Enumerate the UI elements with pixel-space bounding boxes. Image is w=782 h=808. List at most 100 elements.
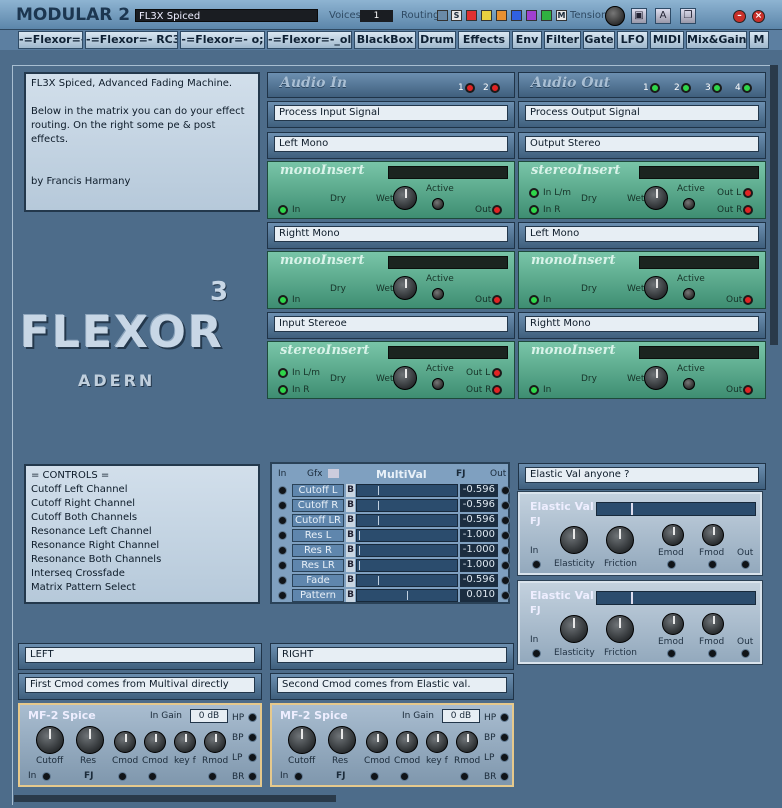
row-name[interactable]: Res L [292, 529, 344, 542]
cutoff-knob[interactable] [36, 726, 64, 754]
routing-m-button[interactable]: M [556, 10, 567, 21]
audio-in-port-2[interactable] [490, 83, 500, 93]
in-port[interactable] [529, 295, 539, 305]
audio-out-port-2[interactable] [681, 83, 691, 93]
routing-red[interactable] [466, 10, 477, 21]
cmod1-knob[interactable] [366, 731, 388, 753]
bp-port[interactable] [248, 733, 257, 742]
row-in-port[interactable] [278, 561, 287, 570]
in-l-port[interactable] [529, 188, 539, 198]
friction-knob[interactable] [606, 615, 634, 643]
res-knob[interactable] [328, 726, 356, 754]
tab-flexor-old[interactable]: -=Flexor=-_old [267, 31, 352, 49]
row-in-port[interactable] [278, 591, 287, 600]
rmod-port[interactable] [208, 772, 217, 781]
row-out-port[interactable] [501, 501, 510, 510]
in-gain-field[interactable]: 0 dB [190, 709, 228, 723]
row-in-port[interactable] [278, 531, 287, 540]
row-value[interactable]: -0.596 [460, 499, 498, 512]
elastic-out-port[interactable] [741, 649, 750, 658]
row-in-port[interactable] [278, 576, 287, 585]
row-value[interactable]: -0.596 [460, 514, 498, 527]
rmod-knob[interactable] [204, 731, 226, 753]
audio-in-port-1[interactable] [465, 83, 475, 93]
audio-out-port-3[interactable] [712, 83, 722, 93]
scrollbar-horizontal[interactable] [14, 795, 336, 802]
slot2-right-label[interactable]: Left Mono [525, 226, 759, 242]
out-l-port[interactable] [492, 368, 502, 378]
hp-port[interactable] [500, 713, 509, 722]
emod-knob[interactable] [662, 524, 684, 546]
cmod1-port[interactable] [370, 772, 379, 781]
friction-knob[interactable] [606, 526, 634, 554]
row-slider[interactable] [356, 514, 458, 527]
row-out-port[interactable] [501, 576, 510, 585]
row-b-button[interactable]: B [346, 589, 355, 602]
minimize-icon[interactable]: – [733, 10, 746, 23]
in-l-port[interactable] [278, 368, 288, 378]
audio-out-port-4[interactable] [742, 83, 752, 93]
tab-drum[interactable]: Drum [418, 31, 456, 49]
row-out-port[interactable] [501, 486, 510, 495]
row-name[interactable]: Res LR [292, 559, 344, 572]
fmod-knob[interactable] [702, 613, 724, 635]
audio-out-port-1[interactable] [650, 83, 660, 93]
in-port[interactable] [278, 295, 288, 305]
lp-port[interactable] [500, 753, 509, 762]
right-label[interactable]: RIGHT [277, 647, 507, 663]
row-value[interactable]: 0.010 [460, 589, 498, 602]
tab-flexor-rc3[interactable]: -=Flexor=- RC3 [85, 31, 178, 49]
active-button[interactable] [432, 288, 444, 300]
row-b-button[interactable]: B [346, 574, 355, 587]
process-input-label[interactable]: Process Input Signal [274, 105, 508, 121]
row-slider[interactable] [356, 529, 458, 542]
fmod-port[interactable] [708, 560, 717, 569]
fmod-port[interactable] [708, 649, 717, 658]
emod-port[interactable] [667, 649, 676, 658]
voices-field[interactable]: 1 [360, 10, 393, 22]
cmod2-port[interactable] [400, 772, 409, 781]
row-name[interactable]: Res R [292, 544, 344, 557]
tab-flexor[interactable]: -=Flexor=-. [18, 31, 83, 49]
elastic-header[interactable]: Elastic Val anyone ? [525, 467, 759, 483]
br-port[interactable] [500, 772, 509, 781]
out-port[interactable] [743, 295, 753, 305]
row-slider[interactable] [356, 589, 458, 602]
in-port[interactable] [278, 205, 288, 215]
cmod1-port[interactable] [118, 772, 127, 781]
keyf-knob[interactable] [174, 731, 196, 753]
row-value[interactable]: -1.000 [460, 544, 498, 557]
row-out-port[interactable] [501, 516, 510, 525]
row-out-port[interactable] [501, 531, 510, 540]
active-button[interactable] [683, 288, 695, 300]
cmod2-knob[interactable] [396, 731, 418, 753]
row-b-button[interactable]: B [346, 559, 355, 572]
routing-box[interactable] [437, 10, 448, 21]
active-button[interactable] [432, 378, 444, 390]
emod-knob[interactable] [662, 613, 684, 635]
dry-wet-knob[interactable] [393, 366, 417, 390]
row-value[interactable]: -0.596 [460, 574, 498, 587]
out-port[interactable] [743, 385, 753, 395]
row-in-port[interactable] [278, 501, 287, 510]
row-name[interactable]: Cutoff L [292, 484, 344, 497]
preset-name-field[interactable]: FL3X Spiced [135, 9, 318, 22]
tab-more[interactable]: M [749, 31, 769, 49]
row-value[interactable]: -1.000 [460, 559, 498, 572]
right-desc[interactable]: Second Cmod comes from Elastic val. [277, 677, 507, 693]
routing-purple[interactable] [526, 10, 537, 21]
in-r-port[interactable] [278, 385, 288, 395]
cmod2-port[interactable] [148, 772, 157, 781]
row-slider[interactable] [356, 499, 458, 512]
row-slider[interactable] [356, 559, 458, 572]
edit-icon[interactable]: A [655, 8, 671, 24]
dry-wet-knob[interactable] [393, 186, 417, 210]
row-slider[interactable] [356, 484, 458, 497]
elastic-out-port[interactable] [741, 560, 750, 569]
close-icon[interactable]: × [752, 10, 765, 23]
routing-yellow[interactable] [481, 10, 492, 21]
bp-port[interactable] [500, 733, 509, 742]
cmod1-knob[interactable] [114, 731, 136, 753]
emod-port[interactable] [667, 560, 676, 569]
row-b-button[interactable]: B [346, 514, 355, 527]
